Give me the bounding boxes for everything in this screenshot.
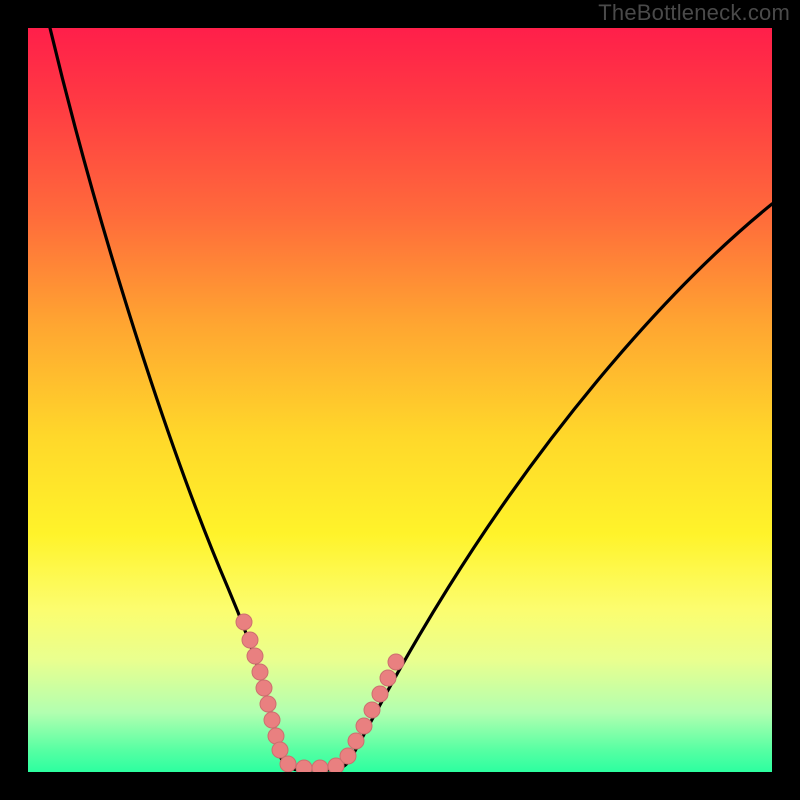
bottleneck-curve-right (350, 204, 772, 760)
left-beads (236, 614, 288, 758)
right-beads (340, 654, 404, 764)
bottleneck-curve-svg (28, 28, 772, 772)
flat-base-beads (280, 756, 344, 772)
watermark-text: TheBottleneck.com (598, 0, 790, 26)
bottleneck-curve-left (50, 28, 281, 758)
chart-area (28, 28, 772, 772)
